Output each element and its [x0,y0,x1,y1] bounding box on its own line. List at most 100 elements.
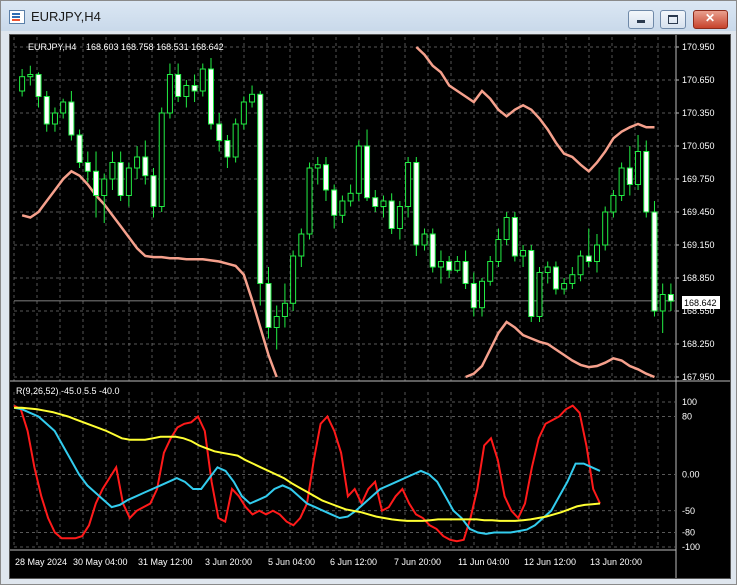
candle [635,135,642,190]
candle-body [93,170,100,197]
maximize-button[interactable] [660,10,686,29]
close-button[interactable] [693,10,728,29]
minimize-button[interactable] [628,10,654,29]
osc-series-1 [13,406,601,535]
candle [19,69,26,97]
candle [51,107,58,132]
candle [602,206,609,251]
osc-tick-label: -100 [682,542,700,552]
candle-body [19,76,26,92]
candle [405,157,412,218]
candle [429,228,436,273]
candle-body [183,85,190,97]
time-tick-label: 3 Jun 20:00 [205,557,252,567]
candle [150,168,157,218]
band-lower [465,320,655,379]
symbol-label: EURJPY,H4 [28,42,76,52]
candle-body [372,197,379,207]
candle [68,91,75,141]
candle [495,228,502,267]
candle [544,261,551,284]
candle-body [635,151,642,185]
candle [35,72,42,108]
candle-body [667,294,674,302]
candle [117,151,124,201]
candle [249,85,256,108]
candle [470,272,477,317]
candle-body [585,255,592,262]
candle-body [191,85,198,92]
candle-body [158,112,165,207]
chart-svg[interactable]: 170.950 170.650 170.350 170.050 169.750 169.4… [10,35,730,578]
time-tick-label: 28 May 2024 [15,557,67,567]
chart-area[interactable]: 170.950 170.650 170.350 170.050 169.750 169.4… [9,34,731,579]
time-tick-label: 30 May 04:00 [73,557,128,567]
candle-body [569,274,576,284]
candle-body [429,233,436,268]
candle-body [446,261,453,271]
price-tick-label: 170.050 [682,141,715,151]
candle [101,173,108,223]
candle-body [298,233,305,257]
price-tick-label: 170.950 [682,42,715,52]
price-tick-label: 170.650 [682,75,715,85]
candle [281,283,288,328]
candle-body [216,123,223,141]
candle [134,146,141,179]
osc-tick-label: 0.00 [682,470,700,480]
candle-body [43,96,50,125]
time-tick-label: 12 Jun 12:00 [524,557,576,567]
time-tick-label: 31 May 12:00 [138,557,193,567]
candle [199,63,206,97]
candle-body [437,261,444,268]
candle [569,267,576,289]
candle [322,157,329,201]
candle [421,228,428,251]
candle-body [520,250,527,257]
candle [314,157,321,185]
candle-body [68,101,75,136]
current-price-tag: 168.642 [682,296,720,309]
candle-body [60,101,67,114]
candle-body [51,112,58,125]
candle [158,107,165,212]
candle-body [101,178,108,196]
candle [552,261,559,295]
osc-tick-label: 80 [682,412,692,422]
current-price-label: 168.642 [684,298,717,308]
candles [19,58,674,350]
chart-window: EURJPY,H4 170.950 170.650 170.350 170.050 16… [0,0,737,585]
candle [166,63,173,119]
candle [207,58,214,130]
candle-body [84,162,91,172]
candle-body [610,195,617,213]
candle-body [290,255,297,304]
chart-icon [9,10,25,24]
candle-body [240,101,247,125]
candle [528,245,535,322]
candle-body [487,261,494,282]
price-tick-label: 169.450 [682,207,715,217]
candle-body [76,134,83,163]
candle-body [232,123,239,158]
candle [503,212,510,245]
candle-body [643,151,650,213]
band-lower [21,169,278,378]
osc-tick-label: -50 [682,506,695,516]
price-tick-label: 167.950 [682,372,715,382]
title-bar[interactable]: EURJPY,H4 [1,1,736,31]
candle [257,91,264,306]
candle [109,151,116,190]
candle [43,91,50,132]
osc-tick-label: 100 [682,397,697,407]
candle [60,98,67,119]
candle [306,162,313,240]
candle [290,250,297,311]
candle [413,157,420,256]
candle [487,256,494,286]
candle [84,151,91,183]
candle-body [544,266,551,273]
candle-body [462,261,469,284]
candle-body [207,68,214,125]
candle-body [306,167,313,235]
